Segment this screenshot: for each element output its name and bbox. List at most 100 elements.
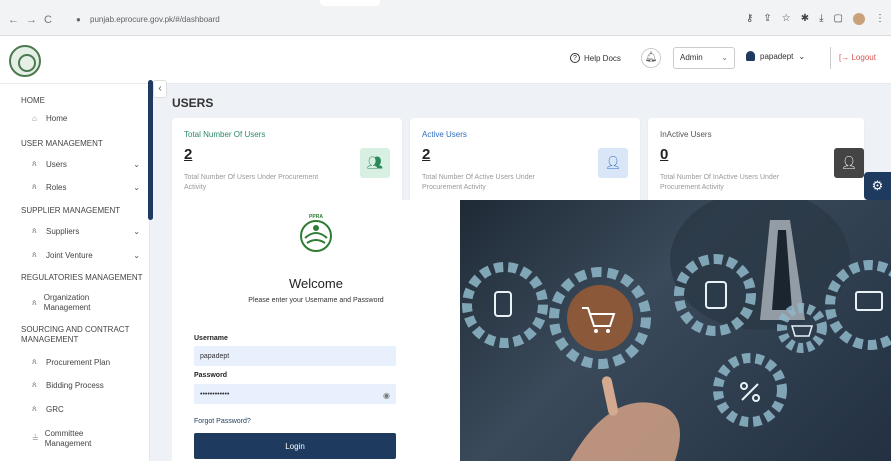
password-label: Password bbox=[194, 372, 228, 379]
back-icon[interactable]: ← bbox=[8, 14, 19, 26]
card-description: Total Number Of Users Under Procurement … bbox=[184, 174, 319, 191]
sidebar-section-home: HOME bbox=[21, 96, 45, 105]
download-icon[interactable]: ⤓ bbox=[819, 13, 823, 25]
sidebar-collapse-button[interactable]: ‹ bbox=[153, 80, 167, 98]
sidebar-scrollbar[interactable] bbox=[148, 80, 153, 220]
card-title: Total Number Of Users bbox=[184, 130, 266, 139]
user-x-icon: 👤︎ bbox=[834, 148, 864, 178]
sidebar-item-label: Bidding Process bbox=[46, 380, 104, 390]
chevron-down-icon: ⌄ bbox=[798, 51, 806, 61]
sidebar-section-user-management: USER MANAGEMENT bbox=[21, 139, 103, 148]
role-select-value: Admin bbox=[680, 53, 703, 62]
sidebar-item-grc[interactable]: ጰ GRC bbox=[32, 404, 140, 414]
browser-toolbar: ⚷ ⇪ ☆ ✱ ⤓ ▢ ⋮ bbox=[746, 13, 885, 25]
forward-icon[interactable]: → bbox=[26, 14, 37, 26]
extension-icon[interactable]: ✱ bbox=[801, 13, 809, 25]
chevron-down-icon: ⌄ bbox=[133, 159, 140, 169]
user-check-icon: 👤︎ bbox=[598, 148, 628, 178]
url-text: punjab.eprocure.gov.pk/#/dashboard bbox=[90, 15, 220, 24]
sidebar-section-supplier-management: SUPPLIER MANAGEMENT bbox=[21, 206, 121, 215]
browser-chrome: ← → C ● punjab.eprocure.gov.pk/#/dashboa… bbox=[0, 0, 891, 36]
sidebar-section-sourcing-contract: SOURCING AND CONTRACT MANAGEMENT bbox=[21, 325, 130, 344]
logout-button[interactable]: [→ Logout bbox=[830, 47, 882, 69]
sidebar-item-committee-management[interactable]: ≟ Committee Management bbox=[32, 429, 112, 449]
logout-icon: [→ bbox=[839, 53, 850, 62]
card-title: InActive Users bbox=[660, 130, 712, 139]
users-icon: ጰ bbox=[32, 380, 37, 389]
ppra-logo: PPRA bbox=[300, 214, 332, 252]
page-title: USERS bbox=[172, 96, 214, 110]
login-subtitle: Please enter your Username and Password bbox=[248, 297, 384, 304]
login-panel: PPRA Welcome Please enter your Username … bbox=[172, 200, 460, 461]
card-description: Total Number Of InActive Users Under Pro… bbox=[660, 174, 780, 191]
app-header: ? Help Docs 🔔︎ Admin ⌄ papadept ⌄ [→ Log… bbox=[0, 36, 891, 84]
users-icon: ጰ bbox=[32, 357, 37, 366]
users-icon: ጰ bbox=[32, 250, 37, 259]
sidebar-item-label: Roles bbox=[46, 182, 67, 192]
users-group-icon: 👥︎ bbox=[360, 148, 390, 178]
stat-card-inactive-users: InActive Users 0 Total Number Of InActiv… bbox=[648, 118, 864, 204]
sidebar-item-roles[interactable]: ጰ Roles ⌄ bbox=[32, 182, 140, 192]
govt-logo[interactable] bbox=[9, 45, 41, 77]
users-icon: ጰ bbox=[32, 298, 37, 307]
profile-icon[interactable] bbox=[853, 13, 865, 25]
key-icon[interactable]: ⚷ bbox=[746, 13, 753, 25]
sidebar-item-label: Home bbox=[46, 114, 68, 123]
card-value: 0 bbox=[660, 146, 669, 163]
sidebar-item-joint-venture[interactable]: ጰ Joint Venture ⌄ bbox=[32, 250, 140, 260]
sidebar-section-regulatories-management: REGULATORIES MANAGEMENT bbox=[21, 273, 143, 282]
sidebar-item-label: GRC bbox=[46, 404, 64, 414]
help-docs-label: Help Docs bbox=[584, 53, 621, 63]
forgot-password-link[interactable]: Forgot Password? bbox=[194, 418, 251, 425]
card-value: 2 bbox=[422, 146, 431, 163]
address-bar[interactable]: ● punjab.eprocure.gov.pk/#/dashboard bbox=[66, 10, 726, 30]
split-icon[interactable]: ▢ bbox=[834, 13, 843, 25]
users-icon: ጰ bbox=[32, 182, 37, 191]
show-password-icon[interactable]: ◉ bbox=[383, 391, 390, 400]
reload-icon[interactable]: C bbox=[44, 14, 52, 26]
sidebar-item-home[interactable]: ⌂ Home bbox=[32, 114, 140, 123]
chevron-down-icon: ⌄ bbox=[133, 182, 140, 192]
login-button[interactable]: Login bbox=[194, 433, 396, 459]
browser-tab[interactable] bbox=[320, 0, 380, 6]
share-icon[interactable]: ⇪ bbox=[763, 13, 771, 25]
sidebar-item-label: Organization Management bbox=[43, 293, 91, 312]
username-label: papadept bbox=[760, 51, 794, 61]
user-menu[interactable]: papadept ⌄ bbox=[746, 51, 805, 61]
users-icon: ጰ bbox=[32, 404, 37, 413]
username-label: Username bbox=[194, 335, 228, 342]
user-icon bbox=[746, 51, 755, 61]
star-icon[interactable]: ☆ bbox=[782, 13, 791, 25]
password-input[interactable] bbox=[194, 384, 396, 404]
chevron-down-icon: ⌄ bbox=[133, 250, 140, 260]
sidebar-item-organization-management[interactable]: ጰ Organization Management bbox=[32, 293, 112, 313]
hero-image bbox=[460, 200, 891, 461]
sidebar-item-procurement-plan[interactable]: ጰ Procurement Plan bbox=[32, 357, 140, 367]
users-icon: ጰ bbox=[32, 159, 37, 168]
notification-bell-icon[interactable]: 🔔︎ bbox=[641, 48, 661, 68]
card-value: 2 bbox=[184, 146, 193, 163]
sidebar: HOME ⌂ Home USER MANAGEMENT ጰ Users ⌄ ጰ … bbox=[0, 80, 153, 461]
stat-card-active-users: Active Users 2 Total Number Of Active Us… bbox=[410, 118, 640, 204]
menu-icon[interactable]: ⋮ bbox=[875, 13, 885, 25]
ppra-logo-text: PPRA bbox=[309, 214, 323, 220]
hero-gears-illustration bbox=[462, 200, 891, 461]
home-icon: ⌂ bbox=[32, 114, 37, 123]
sidebar-item-suppliers[interactable]: ጰ Suppliers ⌄ bbox=[32, 226, 140, 236]
sidebar-item-users[interactable]: ጰ Users ⌄ bbox=[32, 159, 140, 169]
help-icon: ? bbox=[570, 53, 580, 63]
sidebar-item-bidding-process[interactable]: ጰ Bidding Process bbox=[32, 380, 140, 390]
settings-gear-icon[interactable]: ⚙ bbox=[864, 172, 891, 200]
role-select[interactable]: Admin ⌄ bbox=[673, 47, 735, 69]
username-input[interactable] bbox=[194, 346, 396, 366]
sidebar-item-label: Committee Management bbox=[44, 429, 92, 448]
sidebar-item-label: Procurement Plan bbox=[46, 357, 111, 367]
card-description: Total Number Of Active Users Under Procu… bbox=[422, 174, 535, 191]
lock-icon: ● bbox=[76, 15, 81, 24]
welcome-heading: Welcome bbox=[289, 276, 343, 291]
chevron-down-icon: ⌄ bbox=[133, 226, 140, 236]
sidebar-item-label: Suppliers bbox=[46, 226, 80, 236]
help-docs-link[interactable]: ? Help Docs bbox=[570, 53, 621, 63]
logout-label: Logout bbox=[851, 53, 876, 62]
stat-card-total-users: Total Number Of Users 2 Total Number Of … bbox=[172, 118, 402, 204]
